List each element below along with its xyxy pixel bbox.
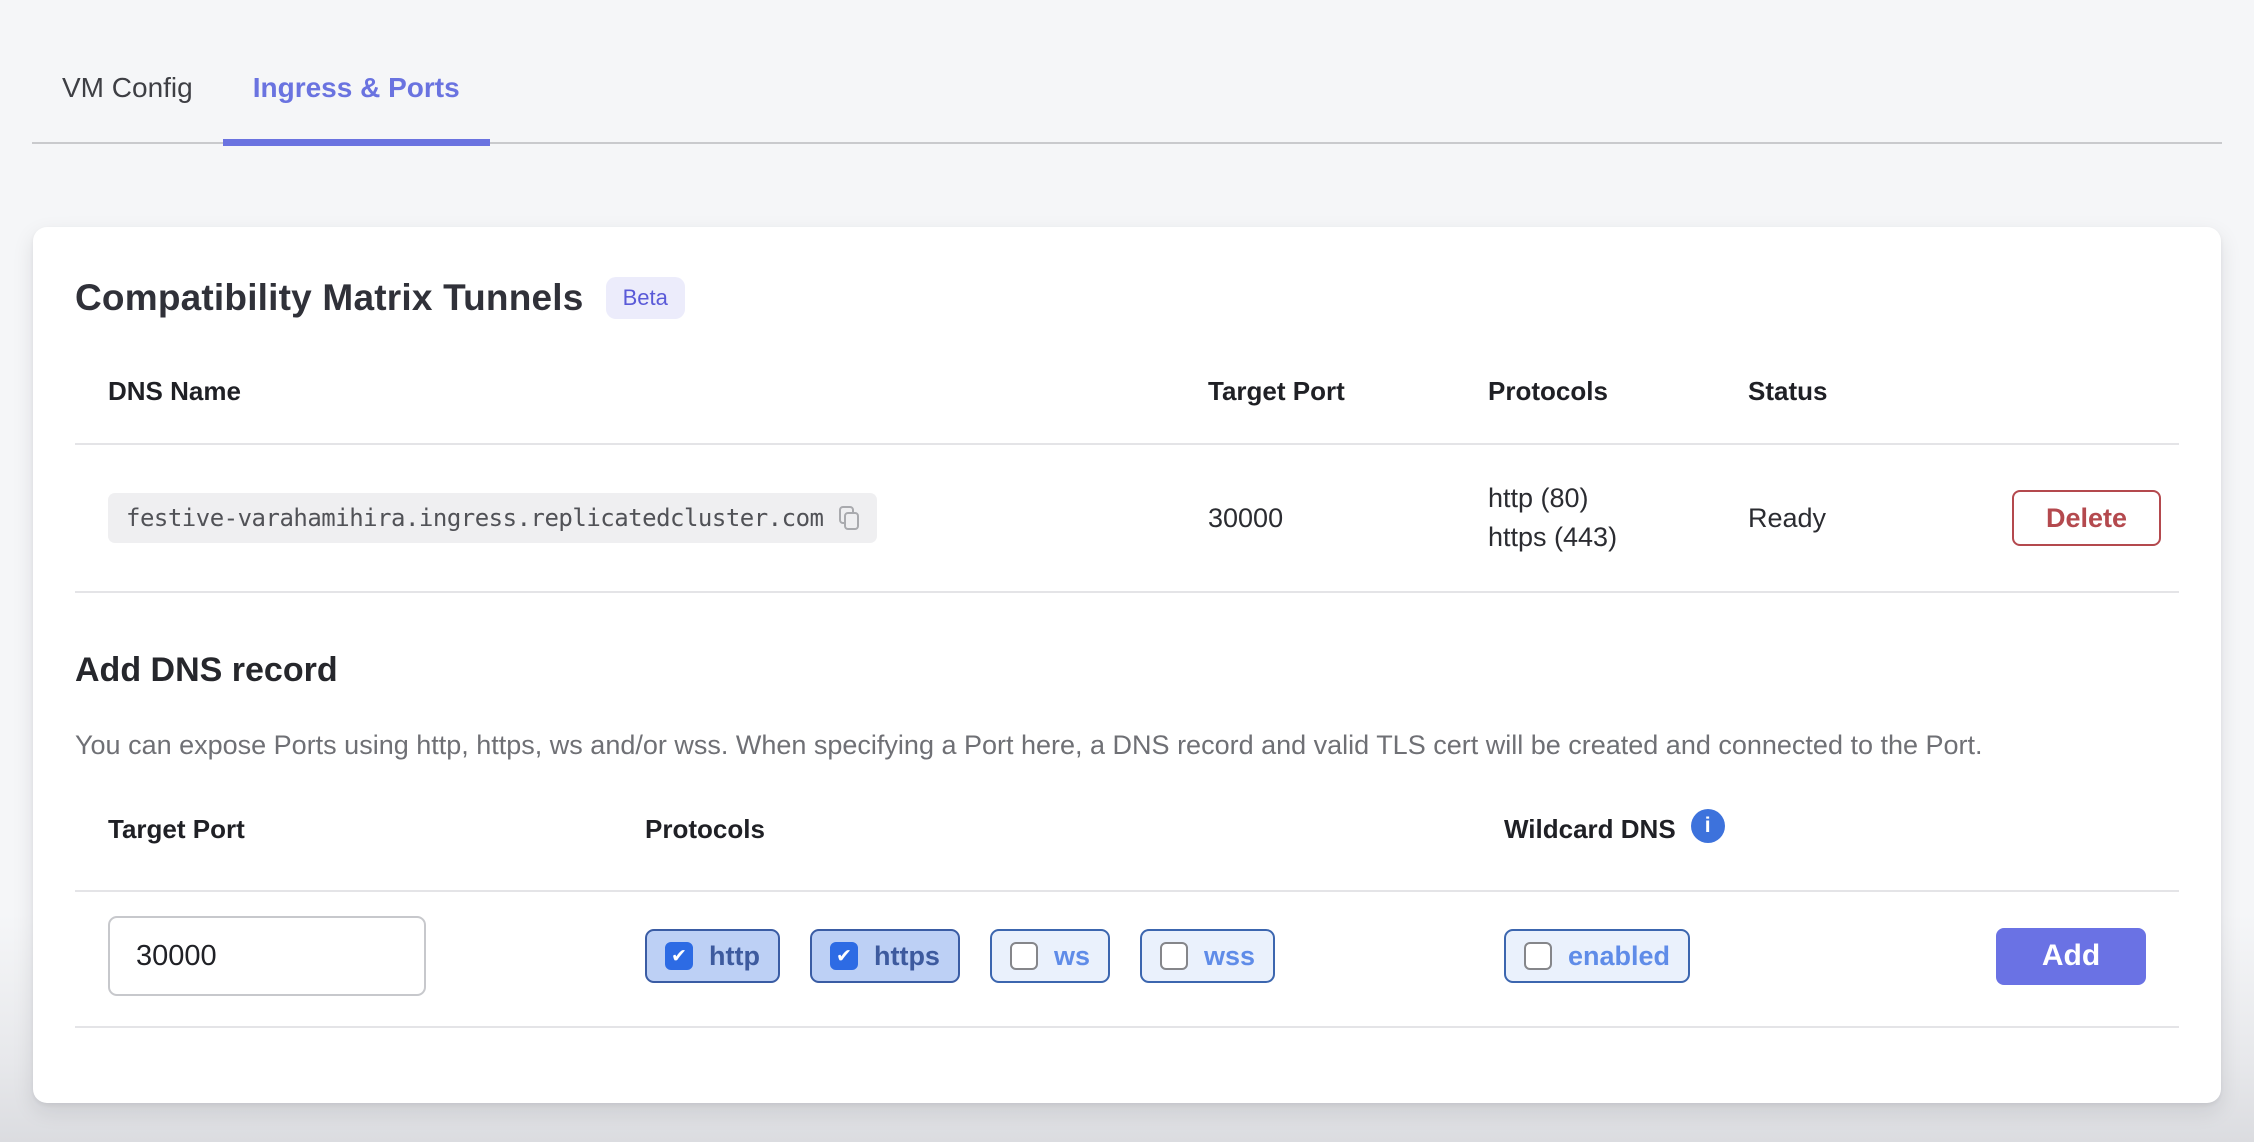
column-header-actions [1935, 375, 2179, 407]
target-port-input[interactable] [108, 916, 426, 996]
label-protocols: Protocols [612, 814, 1471, 844]
wildcard-dns-label-text: Wildcard DNS [1504, 814, 1676, 844]
beta-badge: Beta [606, 277, 685, 319]
protocol-checkbox-wss[interactable]: ✔ wss [1140, 929, 1275, 983]
card-header: Compatibility Matrix Tunnels Beta [75, 275, 2179, 321]
copy-dns-button[interactable] [837, 504, 861, 532]
protocol-checkbox-label: https [874, 941, 940, 972]
target-port-cell: 30000 [1175, 503, 1455, 534]
add-button[interactable]: Add [1996, 928, 2146, 985]
check-icon: ✔ [836, 947, 852, 966]
column-header-dns-name: DNS Name [75, 375, 1175, 407]
protocol-checkbox-label: ws [1054, 941, 1090, 972]
dns-name-pill: festive-varahamihira.ingress.replicatedc… [108, 493, 877, 543]
dns-name-value: festive-varahamihira.ingress.replicatedc… [126, 504, 823, 532]
form-labels-row: Target Port Protocols Wildcard DNS i [75, 794, 2179, 892]
protocol-entry: http (80) [1488, 479, 1715, 518]
copy-icon [837, 504, 861, 532]
wildcard-checkbox-label: enabled [1568, 941, 1670, 972]
dns-name-cell: festive-varahamihira.ingress.replicatedc… [75, 493, 1175, 543]
checkbox-icon: ✔ [1010, 942, 1038, 970]
column-header-status: Status [1715, 375, 1935, 407]
protocols-cell: http (80) https (443) [1455, 479, 1715, 557]
target-port-field-cell [75, 916, 612, 996]
form-controls-row: ✔ http ✔ https ✔ ws ✔ wss ✔ [75, 892, 2179, 1028]
column-header-protocols: Protocols [1455, 375, 1715, 407]
table-row: festive-varahamihira.ingress.replicatedc… [75, 445, 2179, 593]
column-header-target-port: Target Port [1175, 375, 1455, 407]
add-button-cell: Add [1935, 928, 2179, 985]
protocol-checkbox-label: http [709, 941, 760, 972]
protocol-entry: https (443) [1488, 518, 1715, 557]
checkbox-icon: ✔ [665, 942, 693, 970]
tunnels-card: Compatibility Matrix Tunnels Beta DNS Na… [33, 227, 2221, 1103]
tab-bar: VM Config Ingress & Ports [32, 0, 2222, 144]
status-cell: Ready [1715, 503, 1935, 534]
wildcard-dns-checkbox[interactable]: ✔ enabled [1504, 929, 1690, 983]
label-target-port: Target Port [75, 814, 612, 844]
checkbox-icon: ✔ [830, 942, 858, 970]
checkbox-icon: ✔ [1160, 942, 1188, 970]
add-dns-record-title: Add DNS record [75, 649, 2179, 691]
label-spacer [1935, 814, 2179, 844]
label-wildcard-dns: Wildcard DNS i [1471, 814, 1935, 844]
checkbox-icon: ✔ [1524, 942, 1552, 970]
tab-vm-config[interactable]: VM Config [32, 70, 223, 142]
delete-button[interactable]: Delete [2012, 490, 2161, 546]
protocol-checkbox-https[interactable]: ✔ https [810, 929, 960, 983]
wildcard-dns-cell: ✔ enabled [1471, 929, 1935, 983]
protocol-checkbox-label: wss [1204, 941, 1255, 972]
protocol-checkboxes: ✔ http ✔ https ✔ ws ✔ wss [612, 929, 1471, 983]
page: VM Config Ingress & Ports Compatibility … [0, 0, 2254, 1142]
actions-cell: Delete [1935, 490, 2179, 546]
tab-ingress-ports[interactable]: Ingress & Ports [223, 70, 490, 142]
info-icon[interactable]: i [1691, 809, 1725, 843]
check-icon: ✔ [671, 947, 687, 966]
card-title: Compatibility Matrix Tunnels [75, 275, 584, 321]
table-header-row: DNS Name Target Port Protocols Status [75, 351, 2179, 445]
protocol-checkbox-ws[interactable]: ✔ ws [990, 929, 1110, 983]
protocol-checkbox-http[interactable]: ✔ http [645, 929, 780, 983]
add-dns-record-description: You can expose Ports using http, https, … [75, 725, 2170, 766]
